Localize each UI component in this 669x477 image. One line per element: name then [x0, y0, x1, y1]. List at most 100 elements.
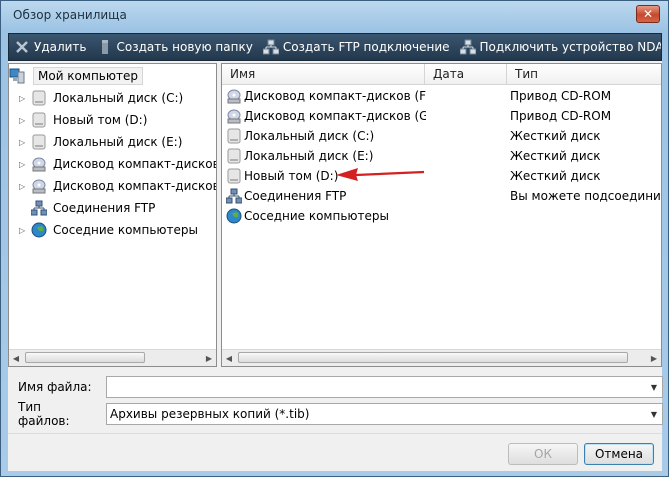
- create-ftp-button[interactable]: Создать FTP подключение: [258, 35, 455, 59]
- row-name: Новый том (D:): [244, 169, 339, 183]
- cancel-button[interactable]: Отмена: [584, 443, 654, 465]
- tree-item-new-volume-d[interactable]: ▷ Новый том (D:): [19, 110, 147, 130]
- drive-icon: [226, 168, 242, 184]
- folder-tree[interactable]: Мой компьютер ▷ Локальный диск (C:) ▷ Но…: [8, 63, 217, 367]
- annotation-arrow-icon: [336, 168, 425, 181]
- tree-item-local-disk-c[interactable]: ▷ Локальный диск (C:): [19, 88, 183, 108]
- list-row[interactable]: Соседние компьютеры: [222, 206, 661, 226]
- create-ftp-label: Создать FTP подключение: [282, 40, 450, 54]
- list-header: Имя Дата Тип: [222, 64, 661, 85]
- computer-icon: [9, 68, 25, 84]
- title-bar[interactable]: Обзор хранилища ✕: [1, 1, 668, 31]
- drive-icon: [226, 148, 242, 164]
- new-folder-label: Создать новую папку: [116, 40, 253, 54]
- file-list[interactable]: Имя Дата Тип Дисковод компакт-дисков (F:…: [221, 63, 662, 367]
- list-row[interactable]: Дисковод компакт-дисков (F:) Привод CD-R…: [222, 86, 661, 106]
- list-row[interactable]: Соединения FTP Вы можете подсоединиться: [222, 186, 661, 206]
- row-type: Привод CD-ROM: [510, 89, 612, 103]
- new-folder-icon: [97, 39, 113, 55]
- tree-item-local-disk-e[interactable]: ▷ Локальный диск (E:): [19, 132, 182, 152]
- drive-icon: [31, 90, 47, 106]
- scroll-right-icon[interactable]: ▶: [202, 350, 216, 366]
- new-folder-button[interactable]: Создать новую папку: [92, 35, 258, 59]
- ok-button[interactable]: ОК: [508, 443, 578, 465]
- expand-icon[interactable]: ▷: [19, 94, 31, 103]
- close-icon: ✕: [642, 7, 654, 21]
- tree-item-label: Дисковод компакт-дисков (F:): [53, 157, 217, 171]
- row-name: Дисковод компакт-дисков (F:): [244, 89, 426, 103]
- close-button[interactable]: ✕: [636, 5, 660, 23]
- cdrom-icon: [31, 156, 47, 172]
- tree-item-label: Локальный диск (E:): [53, 135, 183, 149]
- list-row[interactable]: Локальный диск (E:) Жесткий диск: [222, 146, 661, 166]
- filename-label: Имя файла:: [18, 380, 92, 394]
- column-date[interactable]: Дата: [425, 64, 507, 84]
- filename-combo[interactable]: ▼: [106, 376, 663, 398]
- filetype-label: Тип файлов:: [18, 400, 70, 428]
- list-row[interactable]: Локальный диск (C:) Жесткий диск: [222, 126, 661, 146]
- list-horizontal-scrollbar[interactable]: ◀ ▶: [222, 349, 661, 366]
- scroll-left-icon[interactable]: ◀: [9, 350, 23, 366]
- filetype-combo[interactable]: Архивы резервных копий (*.tib) ▼: [106, 403, 663, 425]
- tree-item-label: Соседние компьютеры: [53, 223, 198, 237]
- row-type: Жесткий диск: [510, 149, 601, 163]
- delete-button[interactable]: Удалить: [9, 35, 92, 59]
- row-type: Вы можете подсоединиться: [510, 189, 661, 203]
- expand-icon[interactable]: ▷: [19, 160, 31, 169]
- column-type[interactable]: Тип: [507, 64, 661, 84]
- expand-icon[interactable]: ▷: [19, 138, 31, 147]
- tree-item-label: Дисковод компакт-дисков (G:): [53, 179, 217, 193]
- window-title: Обзор хранилища: [13, 8, 127, 22]
- drive-icon: [31, 134, 47, 150]
- drive-icon: [31, 112, 47, 128]
- drive-icon: [226, 128, 242, 144]
- chevron-down-icon[interactable]: ▼: [646, 377, 662, 397]
- row-name: Локальный диск (C:): [244, 129, 375, 143]
- row-type: [510, 206, 661, 226]
- scroll-right-icon[interactable]: ▶: [647, 350, 661, 366]
- list-row[interactable]: Дисковод компакт-дисков (G:) Привод CD-R…: [222, 106, 661, 126]
- expand-icon[interactable]: ▷: [19, 116, 31, 125]
- filetype-row: Тип файлов: Архивы резервных копий (*.ti…: [18, 400, 663, 428]
- expand-icon[interactable]: ▷: [19, 182, 31, 191]
- row-name: Соседние компьютеры: [244, 209, 389, 223]
- divider: [8, 433, 662, 434]
- network-icon: [31, 222, 47, 238]
- scroll-thumb[interactable]: [25, 352, 145, 363]
- row-name: Соединения FTP: [244, 189, 347, 203]
- tree-item-cdrom-f[interactable]: ▷ Дисковод компакт-дисков (F:): [19, 154, 217, 174]
- ftp-icon: [226, 188, 242, 204]
- tree-item-ftp[interactable]: Соединения FTP: [19, 198, 155, 218]
- chevron-down-icon[interactable]: ▼: [646, 404, 662, 424]
- tree-horizontal-scrollbar[interactable]: ◀ ▶: [9, 349, 216, 366]
- scroll-thumb[interactable]: [238, 352, 628, 363]
- tree-root-label: Мой компьютер: [33, 67, 143, 85]
- filename-row: Имя файла: ▼: [18, 375, 663, 399]
- ftp-connection-icon: [262, 39, 279, 55]
- tree-root-my-computer[interactable]: Мой компьютер: [9, 66, 143, 86]
- connect-ndas-button[interactable]: Подключить устройство NDAS: [455, 35, 662, 59]
- cdrom-icon: [226, 88, 242, 104]
- cdrom-icon: [226, 108, 242, 124]
- row-name: Локальный диск (E:): [244, 149, 374, 163]
- row-type: Жесткий диск: [510, 169, 601, 183]
- delete-icon: [14, 39, 30, 55]
- tree-item-cdrom-g[interactable]: ▷ Дисковод компакт-дисков (G:): [19, 176, 217, 196]
- tree-item-label: Новый том (D:): [53, 113, 148, 127]
- tree-item-label: Локальный диск (C:): [53, 91, 184, 105]
- cdrom-icon: [31, 178, 47, 194]
- expand-icon[interactable]: ▷: [19, 226, 31, 235]
- ndas-device-icon: [459, 39, 476, 55]
- scroll-left-icon[interactable]: ◀: [222, 350, 236, 366]
- browse-storage-dialog: Обзор хранилища ✕ Удалить Создать новую …: [0, 0, 669, 477]
- tree-item-label: Соединения FTP: [53, 201, 156, 215]
- dialog-body: Мой компьютер ▷ Локальный диск (C:) ▷ Но…: [8, 61, 663, 471]
- filetype-value: Архивы резервных копий (*.tib): [110, 407, 310, 421]
- column-name[interactable]: Имя: [222, 64, 425, 84]
- list-row[interactable]: Новый том (D:) Жесткий диск: [222, 166, 661, 186]
- row-name: Дисковод компакт-дисков (G:): [244, 109, 426, 123]
- delete-label: Удалить: [34, 40, 87, 54]
- row-type: Привод CD-ROM: [510, 109, 612, 123]
- tree-item-network[interactable]: ▷ Соседние компьютеры: [19, 220, 198, 240]
- connect-ndas-label: Подключить устройство NDAS: [479, 40, 662, 54]
